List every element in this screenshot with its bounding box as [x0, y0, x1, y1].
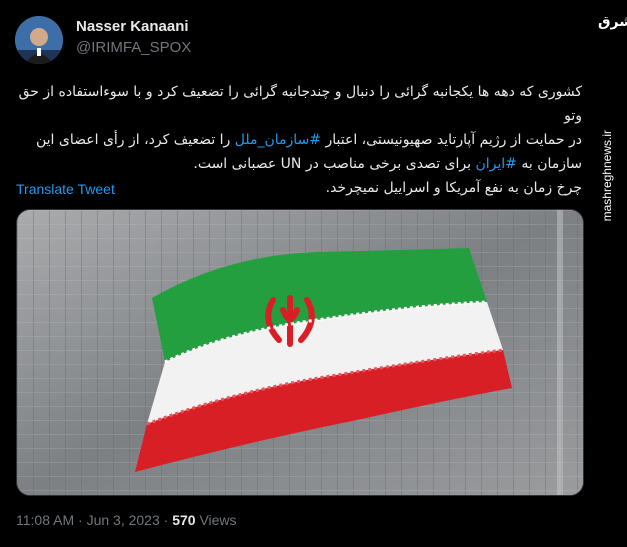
tweet-meta: 11:08 AM · Jun 3, 2023 · 570 Views — [16, 512, 237, 528]
author-handle[interactable]: @IRIMFA_SPOX — [76, 39, 191, 56]
meta-separator: · — [159, 512, 173, 528]
watermark-sidebar — [596, 0, 627, 547]
tweet-media[interactable] — [16, 209, 584, 496]
meta-separator: · — [74, 512, 87, 528]
views-count: 570 — [172, 512, 196, 528]
iran-flag-image — [17, 210, 583, 495]
tweet-line-3: سازمان به #ایران برای تصدی برخی مناصب در… — [16, 152, 582, 176]
tweet-line-2-pre: در حمایت از رژیم آپارتاید صهیونیستی، اعت… — [321, 132, 582, 148]
tweet-line-1: کشوری که دهه ها یکجانبه گرائی را دنبال و… — [18, 84, 582, 124]
tweet-line-2: در حمایت از رژیم آپارتاید صهیونیستی، اعت… — [16, 128, 582, 152]
tweet: Nasser Kanaani @IRIMFA_SPOX کشوری که دهه… — [0, 0, 596, 547]
avatar[interactable] — [15, 16, 63, 64]
tweet-line-3-pre: سازمان به — [516, 156, 582, 172]
translate-tweet-link[interactable]: Translate Tweet — [16, 181, 115, 197]
author-name[interactable]: Nasser Kanaani — [76, 18, 189, 35]
views-label: Views — [195, 512, 237, 528]
hashtag-link-un[interactable]: #سازمان_ملل — [235, 132, 321, 148]
tweet-line-3-post: برای تصدی برخی مناصب در UN عصبانی است. — [193, 156, 476, 172]
avatar-image — [15, 16, 63, 64]
tweet-line-2-post: را تضعیف کرد، از رأی اعضای این — [36, 132, 235, 148]
tweet-date[interactable]: Jun 3, 2023 — [87, 512, 160, 528]
mashregh-logo: مشرق — [598, 14, 627, 30]
hashtag-link-iran[interactable]: #ایران — [475, 156, 516, 172]
watermark-url: mashreghnews.ir — [600, 130, 614, 222]
tweet-time[interactable]: 11:08 AM — [16, 512, 74, 528]
